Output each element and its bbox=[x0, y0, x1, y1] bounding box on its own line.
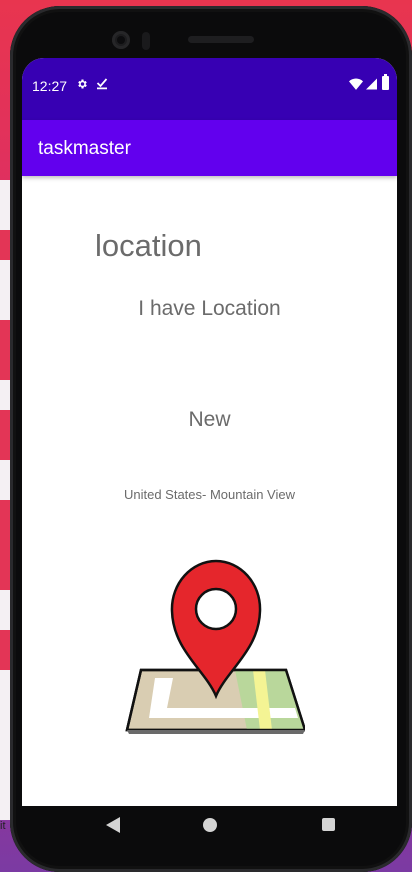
app-bar: taskmaster bbox=[22, 120, 397, 176]
proximity-sensor bbox=[142, 32, 150, 50]
phone-frame: 12:27 taskmaster location I have Locatio… bbox=[10, 6, 412, 872]
status-time: 12:27 bbox=[32, 78, 68, 94]
recents-icon[interactable] bbox=[322, 818, 335, 831]
location-heading: location bbox=[95, 228, 202, 263]
wifi-icon bbox=[349, 78, 363, 90]
new-label: New bbox=[188, 408, 231, 431]
location-subtitle: I have Location bbox=[138, 297, 281, 320]
download-done-icon bbox=[96, 78, 108, 90]
earpiece-speaker bbox=[188, 36, 254, 43]
map-pin-icon bbox=[125, 559, 305, 734]
app-screen: 12:27 taskmaster location I have Locatio… bbox=[22, 58, 397, 806]
battery-icon bbox=[382, 74, 389, 90]
navigation-bar bbox=[22, 800, 397, 848]
status-bar: 12:27 bbox=[22, 58, 397, 120]
home-icon[interactable] bbox=[203, 818, 217, 832]
app-title: taskmaster bbox=[38, 138, 131, 159]
backdrop-edge-text: it bbox=[0, 820, 6, 832]
backdrop-left-strip bbox=[0, 180, 10, 820]
gear-icon bbox=[78, 79, 87, 89]
place-text: United States- Mountain View bbox=[123, 487, 296, 502]
cell-signal-icon bbox=[366, 78, 377, 90]
back-icon[interactable] bbox=[106, 817, 120, 833]
front-camera bbox=[112, 31, 130, 49]
